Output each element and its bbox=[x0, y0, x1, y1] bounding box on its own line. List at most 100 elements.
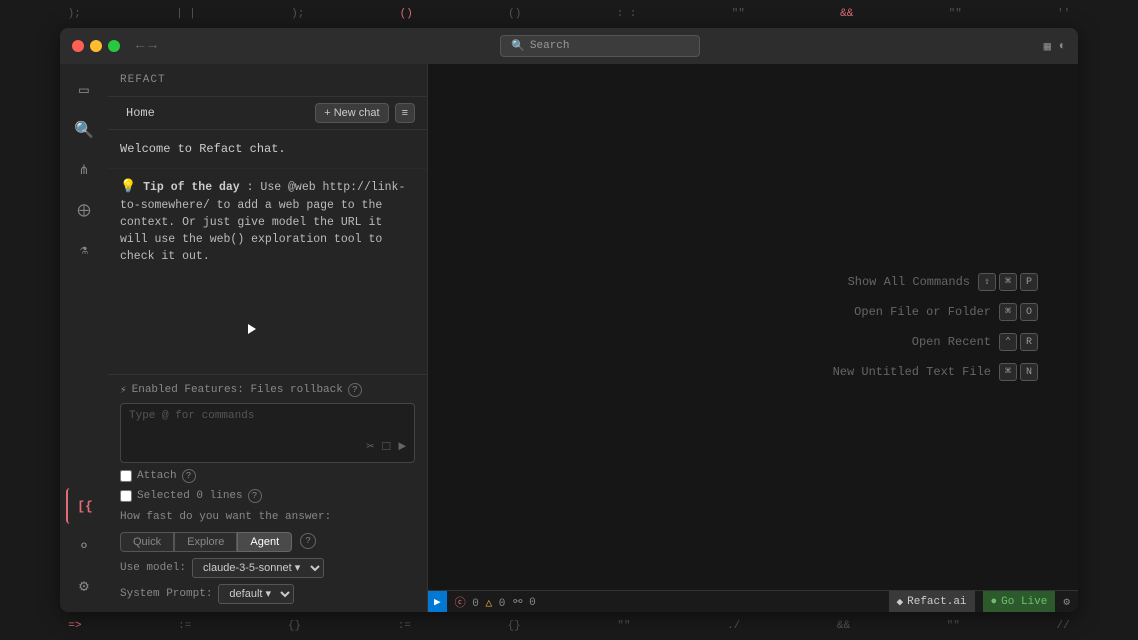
warning-count: 0 bbox=[499, 598, 506, 610]
model-label: Use model: bbox=[120, 562, 186, 574]
attach-help-icon[interactable]: ? bbox=[182, 469, 196, 483]
layout-icon[interactable]: ▦ bbox=[1044, 39, 1051, 54]
sidebar-icon-extensions[interactable]: ⨁ bbox=[66, 192, 102, 228]
selected-lines-help-icon[interactable]: ? bbox=[248, 489, 262, 503]
system-prompt-select[interactable]: default ▾ bbox=[218, 584, 294, 604]
shortcut-keys-open: ⌘ O bbox=[999, 303, 1038, 321]
shortcut-keys-new: ⌘ N bbox=[999, 363, 1038, 381]
top-code-9: "" bbox=[949, 8, 962, 20]
search-icon-title: 🔍 bbox=[511, 39, 525, 53]
selected-lines-label: Selected 0 lines bbox=[137, 490, 243, 502]
menu-button[interactable]: ≡ bbox=[395, 103, 415, 123]
back-icon[interactable]: ← bbox=[136, 38, 144, 54]
refact-status-icon: ◆ bbox=[897, 595, 904, 609]
model-row: Use model: claude-3-5-sonnet ▾ bbox=[120, 558, 415, 578]
live-status-button[interactable]: ● Go Live bbox=[983, 591, 1056, 613]
top-code-7: "" bbox=[732, 8, 745, 20]
top-code-bar: ); | | ); () () : : "" && "" '' bbox=[0, 0, 1138, 28]
cursor-arrow bbox=[248, 324, 256, 334]
theme-icon[interactable]: ◐ bbox=[1059, 39, 1066, 53]
sidebar-icon-settings[interactable]: ⚙ bbox=[66, 568, 102, 604]
speed-help-icon[interactable]: ? bbox=[300, 533, 316, 549]
titlebar-search: 🔍 Search bbox=[165, 35, 1036, 57]
bot-code-9: "" bbox=[947, 620, 960, 632]
sidebar-icon-git[interactable]: ⋔ bbox=[66, 152, 102, 188]
sidebar-icon-search[interactable]: 🔍 bbox=[66, 112, 102, 148]
chat-area bbox=[108, 274, 427, 375]
titlebar: ← → 🔍 Search ▦ ◐ bbox=[60, 28, 1078, 64]
flask-icon: ⚗ bbox=[80, 243, 88, 258]
features-label: Enabled Features: Files rollback bbox=[132, 384, 343, 396]
key-n: N bbox=[1020, 363, 1038, 381]
shortcut-open-file: Open File or Folder ⌘ O bbox=[833, 303, 1038, 321]
shortcut-new-file: New Untitled Text File ⌘ N bbox=[833, 363, 1038, 381]
search-icon: 🔍 bbox=[74, 120, 94, 140]
live-icon: ● bbox=[991, 596, 998, 608]
features-help-icon[interactable]: ? bbox=[348, 383, 362, 397]
git-icon: ⋔ bbox=[79, 163, 90, 178]
refact-panel-header: REFACT bbox=[108, 64, 427, 97]
speed-explore-button[interactable]: Explore bbox=[174, 532, 237, 552]
statusbar-right: ◆ Refact.ai ● Go Live ⚙ bbox=[889, 591, 1071, 613]
tip-label: Tip of the day bbox=[143, 181, 240, 194]
bot-code-6: "" bbox=[617, 620, 630, 632]
minimize-button[interactable] bbox=[90, 40, 102, 52]
bot-code-7: ./ bbox=[727, 620, 740, 632]
attach-label: Attach bbox=[137, 470, 177, 482]
sidebar-icon-account[interactable]: ⚬ bbox=[66, 528, 102, 564]
close-button[interactable] bbox=[72, 40, 84, 52]
tip-icon: 💡 bbox=[120, 179, 136, 194]
content-area: ▭ 🔍 ⋔ ⨁ ⚗ [{ ⚬ ⚙ bbox=[60, 64, 1078, 612]
shortcut-keys-commands: ⇧ ⌘ P bbox=[978, 273, 1038, 291]
bot-code-4: := bbox=[398, 620, 411, 632]
shortcut-open-recent: Open Recent ⌃ R bbox=[833, 333, 1038, 351]
attach-checkbox[interactable] bbox=[120, 470, 132, 482]
refact-tabs: Home + New chat ≡ bbox=[108, 97, 427, 130]
speed-agent-button[interactable]: Agent bbox=[237, 532, 292, 552]
input-actions: ✂ □ ► bbox=[365, 437, 408, 456]
chat-tip: 💡 Tip of the day : Use @web http://link-… bbox=[108, 169, 427, 274]
forward-icon[interactable]: → bbox=[148, 38, 156, 54]
account-icon: ⚬ bbox=[77, 536, 90, 556]
titlebar-nav: ← → bbox=[136, 38, 157, 54]
refact-status-button[interactable]: ◆ Refact.ai bbox=[889, 591, 975, 613]
sidebar: ▭ 🔍 ⋔ ⨁ ⚗ [{ ⚬ ⚙ bbox=[60, 64, 108, 612]
tab-actions: + New chat ≡ bbox=[315, 103, 415, 123]
send-icon[interactable]: ► bbox=[396, 437, 408, 456]
new-chat-button[interactable]: + New chat bbox=[315, 103, 388, 123]
extensions-icon: ⨁ bbox=[78, 203, 91, 218]
key-o: O bbox=[1020, 303, 1038, 321]
scissors-icon[interactable]: ✂ bbox=[365, 437, 377, 456]
sidebar-icon-flask[interactable]: ⚗ bbox=[66, 232, 102, 268]
chat-input-box[interactable]: Type @ for commands ✂ □ ► bbox=[120, 403, 415, 463]
sidebar-icon-files[interactable]: ▭ bbox=[66, 72, 102, 108]
search-label: Search bbox=[530, 40, 570, 52]
key-ctrl: ⌃ bbox=[999, 333, 1017, 351]
shortcut-label-recent: Open Recent bbox=[912, 335, 991, 349]
files-icon: ▭ bbox=[79, 80, 89, 100]
live-label: Go Live bbox=[1001, 596, 1047, 608]
tab-home[interactable]: Home bbox=[120, 104, 161, 122]
key-p: P bbox=[1020, 273, 1038, 291]
warning-icon: △ bbox=[485, 598, 492, 610]
shortcuts-panel: Show All Commands ⇧ ⌘ P Open File or Fol… bbox=[833, 273, 1038, 381]
search-box[interactable]: 🔍 Search bbox=[500, 35, 700, 57]
model-select[interactable]: claude-3-5-sonnet ▾ bbox=[192, 558, 324, 578]
sidebar-icon-refact[interactable]: [{ bbox=[66, 488, 102, 524]
maximize-button[interactable] bbox=[108, 40, 120, 52]
top-code-8: && bbox=[840, 8, 853, 20]
key-cmd2: ⌘ bbox=[999, 303, 1017, 321]
top-code-4: () bbox=[400, 8, 413, 20]
image-icon[interactable]: □ bbox=[380, 437, 392, 456]
shortcut-show-commands: Show All Commands ⇧ ⌘ P bbox=[833, 273, 1038, 291]
selected-lines-row: Selected 0 lines ? bbox=[120, 489, 415, 503]
bot-code-3: {} bbox=[288, 620, 301, 632]
refact-bottom: ⚡ Enabled Features: Files rollback ? Typ… bbox=[108, 374, 427, 612]
status-blue-indicator: ▶ bbox=[428, 591, 447, 613]
error-count: 0 bbox=[472, 598, 479, 610]
selected-lines-checkbox[interactable] bbox=[120, 490, 132, 502]
speed-quick-button[interactable]: Quick bbox=[120, 532, 174, 552]
status-errors: ⓒ 0 △ 0 bbox=[455, 594, 506, 610]
git-branch: ⚯ 0 bbox=[513, 595, 535, 609]
settings-status-icon[interactable]: ⚙ bbox=[1063, 595, 1070, 609]
